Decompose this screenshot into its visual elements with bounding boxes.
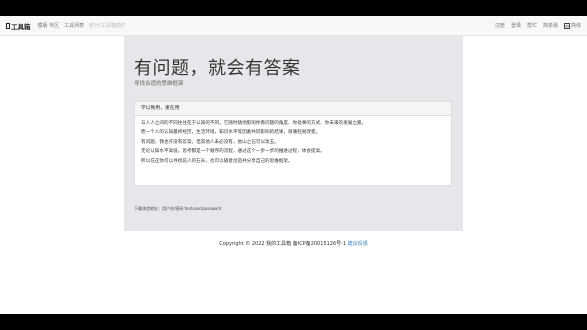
brand-logo[interactable]: 工具箱 [6,21,31,31]
hero-section: 有问题，就会有答案 寻找合适的思维框架 学以致用，重在用 与人人之间的不同往往在… [124,36,463,231]
panel-heading: 学以致用，重在用 [135,102,451,116]
nav-item-plugin[interactable]: 积分/工具箱插件 [89,22,126,29]
nav-item-login[interactable]: 登录 [511,22,521,29]
feedback-link[interactable]: 建议反馈 [348,241,368,247]
panel-paragraph: 与人人之间的不同往往在于认知的不同，它随时随地影响你看问题的角度、你处事的方式、… [141,121,367,126]
nav-item-template-zone[interactable]: 模版 专区 [38,22,60,29]
logo-icon [6,22,10,29]
panel-paragraph: 无论认知水平高低，思考都是一个顺序的流程，通过这个一步一步的推进过程，体会提高。 [141,149,325,155]
intro-panel: 学以致用，重在用 与人人之间的不同往往在于认知的不同，它随时随地影响你看问题的角… [134,101,452,186]
nav-item-help[interactable]: 帮忙 [527,22,537,29]
brand-name: 工具箱 [11,22,31,31]
nav-item-simple[interactable]: 简单易 [543,22,558,29]
hero-subtitle: 寻找合适的思维框架 [134,81,184,87]
language-icon: 中 [563,22,570,29]
demo-account-tip: 下载体验地址：用户名/密码 testuser/password [134,206,222,211]
page-footer: Copyright © 2022 我的工具箱 备ICP备20015126号-1 … [0,240,587,247]
footer-copyright: Copyright © 2022 我的工具箱 备ICP备20015126号-1 [219,241,347,247]
nav-left-menu: 模版 专区 工具列表 积分/工具箱插件 [38,22,126,29]
panel-paragraph: 所以在这你可以寻找前人的石头，也可以随意创造并分享自己的思维框架。 [141,158,293,164]
browser-viewport: 工具箱 模版 专区 工具列表 积分/工具箱插件 注册 登录 帮忙 简单易 中 简… [0,16,587,314]
top-navbar: 工具箱 模版 专区 工具列表 积分/工具箱插件 注册 登录 帮忙 简单易 中 简… [0,16,587,36]
panel-body: 与人人之间的不同往往在于认知的不同，它随时随地影响你看问题的角度、你处事的方式、… [135,116,451,164]
hero-title: 有问题，就会有答案 [134,58,301,79]
panel-paragraph: 有问题，我也许没有答案，但其他人未必没有，他山之石可以攻玉。 [141,139,279,145]
nav-item-register[interactable]: 注册 [495,22,505,29]
panel-paragraph: 而一个人的认知最终经历，生活环境，知识水平等因素共同影响的结果，很难轻易改变。 [141,130,321,136]
nav-right-menu: 注册 登录 帮忙 简单易 中 简体 [495,22,581,29]
nav-item-tool-list[interactable]: 工具列表 [64,22,84,29]
language-switch[interactable]: 中 简体 [563,22,581,29]
language-label: 简体 [570,23,581,29]
